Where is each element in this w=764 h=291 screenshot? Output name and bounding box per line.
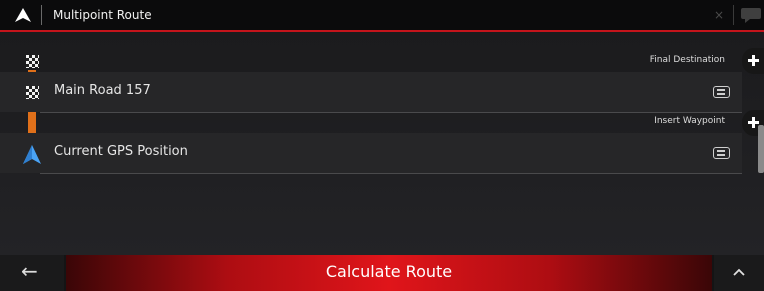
calculate-route-label: Calculate Route [325, 262, 453, 281]
speech-bubble-icon[interactable] [740, 6, 762, 24]
bottom-bar: ← Calculate Route [0, 255, 764, 291]
list-item-label: Main Road 157 [54, 83, 151, 98]
row-divider [40, 112, 742, 113]
details-icon[interactable] [713, 147, 730, 159]
list-item-destination[interactable]: Main Road 157 [0, 72, 742, 112]
expand-button[interactable] [714, 255, 764, 291]
add-final-destination-button[interactable] [742, 48, 764, 74]
row-divider [40, 173, 742, 174]
details-icon[interactable] [713, 86, 730, 98]
close-icon[interactable]: × [714, 8, 724, 22]
chevron-up-icon [733, 268, 745, 276]
calculate-route-button[interactable]: Calculate Route [66, 255, 712, 291]
final-destination-label: Final Destination [649, 55, 725, 65]
navigation-arrow-icon[interactable] [14, 7, 32, 23]
checkered-flag-icon [26, 55, 39, 68]
checkered-flag-icon [26, 86, 39, 99]
scrollbar-thumb[interactable] [758, 125, 764, 173]
header-divider [733, 5, 734, 25]
insert-waypoint-label: Insert Waypoint [654, 116, 725, 126]
page-title: Multipoint Route [53, 8, 152, 22]
back-button[interactable]: ← [0, 255, 64, 291]
gps-arrow-icon [23, 145, 41, 164]
back-arrow-icon: ← [21, 259, 38, 283]
title-divider [41, 5, 42, 25]
list-item-start[interactable]: Current GPS Position [0, 133, 742, 173]
title-bar: Multipoint Route × [0, 0, 764, 30]
list-item-label: Current GPS Position [54, 144, 188, 159]
